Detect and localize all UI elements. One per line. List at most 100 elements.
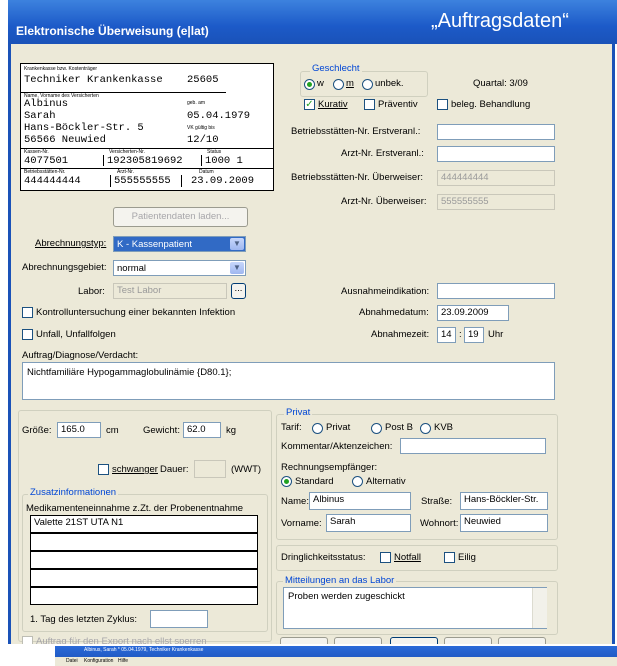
privat-vorname-input[interactable]: Sarah — [326, 514, 411, 532]
privat-vorname-label: Vorname: — [281, 518, 322, 529]
med-line-5[interactable] — [30, 587, 258, 605]
bsnr-ueb-input: 444444444 — [437, 170, 555, 186]
eilig-label: Eilig — [458, 552, 476, 563]
mitteilungen-scrollbar[interactable] — [532, 588, 547, 628]
abnahmezeit-minute-input[interactable]: 19 — [464, 327, 484, 343]
privat-name-input[interactable]: Albinus — [309, 492, 411, 510]
kurativ-checkbox[interactable]: ✓ — [304, 99, 315, 110]
abrechnungsgebiet-select[interactable]: normal ▼ — [113, 260, 246, 276]
abrechnungsgebiet-label: Abrechnungsgebiet: — [22, 262, 107, 273]
quartal-text: Quartal: 3/09 — [473, 78, 528, 89]
praeventiv-checkbox[interactable] — [364, 99, 375, 110]
tarif-postb-radio[interactable] — [371, 423, 382, 434]
gewicht-label: Gewicht: — [143, 425, 180, 436]
card-arztnr: 555555555 — [114, 175, 171, 187]
section-badge: „Auftragsdaten“ — [431, 10, 569, 32]
unfall-label: Unfall, Unfallfolgen — [36, 329, 116, 340]
tarif-kvb-radio[interactable] — [420, 423, 431, 434]
arzt-erst-label: Arzt-Nr. Erstveranl.: — [341, 148, 424, 159]
gewicht-unit: kg — [226, 425, 237, 436]
menu-datei[interactable]: Datei — [66, 658, 78, 664]
card-vk: 12/10 — [187, 134, 219, 146]
gender-m-radio[interactable] — [333, 79, 344, 90]
abrechnungstyp-value: K - Kassenpatient — [117, 239, 192, 250]
background-window-title: Albinus, Sarah * 05.04.1979, Techniker K… — [84, 647, 204, 653]
gewicht-input[interactable]: 62.0 — [183, 422, 221, 438]
gender-w-radio[interactable] — [304, 79, 315, 90]
groesse-label: Größe: — [22, 425, 52, 436]
gender-legend: Geschlecht — [310, 63, 362, 74]
gender-w-label: w — [317, 78, 324, 89]
empf-alternativ-radio[interactable] — [352, 476, 363, 487]
zyklus-label: 1. Tag des letzten Zyklus: — [30, 614, 138, 625]
card-kassennr: 4077501 — [24, 155, 69, 167]
med-line-3[interactable] — [30, 551, 258, 569]
schwanger-label: schwanger — [112, 464, 158, 475]
patient-load-button[interactable]: Patientendaten laden... — [113, 207, 248, 227]
bsnr-erst-label: Betriebsstätten-Nr. Erstveranl.: — [291, 126, 421, 137]
beleg-checkbox[interactable] — [437, 99, 448, 110]
kurativ-label: Kurativ — [318, 99, 348, 110]
groesse-unit: cm — [106, 425, 119, 436]
abnahmezeit-hour-input[interactable]: 14 — [437, 327, 456, 343]
kommentar-label: Kommentar/Aktenzeichen: — [281, 441, 393, 452]
insurance-card: Krankenkasse bzw. Kostenträger Techniker… — [20, 63, 274, 191]
labor-label: Labor: — [78, 286, 105, 297]
menu-konfiguration[interactable]: Konfiguration — [84, 658, 113, 664]
privat-strasse-input[interactable]: Hans-Böckler-Str. — [460, 492, 548, 510]
tarif-label: Tarif: — [281, 422, 302, 433]
abnahmedatum-label: Abnahmedatum: — [359, 307, 429, 318]
zyklus-input[interactable] — [150, 610, 208, 628]
card-vk-label: VK gültig bis — [187, 125, 215, 131]
mitteilungen-legend: Mitteilungen an das Labor — [283, 575, 397, 586]
dauer-input — [194, 460, 226, 478]
tarif-kvb-label: KVB — [434, 422, 454, 433]
med-label: Medikamenteneinnahme z.Zt. der Probenent… — [26, 503, 244, 514]
mitteilungen-textarea[interactable]: Proben werden zugeschickt — [283, 587, 547, 629]
arzt-ueb-label: Arzt-Nr. Überweiser: — [341, 196, 427, 207]
menu-hilfe[interactable]: Hilfe — [118, 658, 128, 664]
card-ort: 56566 Neuwied — [24, 134, 106, 146]
bsnr-erst-input[interactable] — [437, 124, 555, 140]
beleg-label: beleg. Behandlung — [451, 99, 531, 110]
notfall-checkbox[interactable] — [380, 552, 391, 563]
card-bsnr: 444444444 — [24, 175, 81, 187]
abrechnungstyp-label: Abrechnungstyp: — [35, 238, 107, 249]
bsnr-ueb-label: Betriebsstätten-Nr. Überweiser: — [291, 172, 423, 183]
ausnahme-input[interactable] — [437, 283, 555, 299]
unfall-checkbox[interactable] — [22, 329, 33, 340]
empfaenger-label: Rechnungsempfänger: — [281, 462, 378, 473]
diagnose-textarea[interactable]: Nichtfamiliäre Hypogammaglobulinämie {D8… — [22, 362, 555, 400]
card-strasse: Hans-Böckler-Str. 5 — [24, 122, 144, 134]
empf-alternativ-label: Alternativ — [366, 476, 406, 487]
tarif-privat-radio[interactable] — [312, 423, 323, 434]
gender-unbek-radio[interactable] — [362, 79, 373, 90]
chevron-down-icon[interactable]: ▼ — [230, 238, 244, 250]
schwanger-checkbox[interactable] — [98, 464, 109, 475]
empf-standard-radio[interactable] — [281, 476, 292, 487]
med-line-4[interactable] — [30, 569, 258, 587]
privat-legend: Privat — [284, 407, 313, 418]
privat-wohnort-input[interactable]: Neuwied — [460, 514, 548, 532]
med-line-1[interactable]: Valette 21ST UTA N1 — [30, 515, 258, 533]
abnahmedatum-input[interactable]: 23.09.2009 — [437, 305, 509, 321]
praeventiv-label: Präventiv — [378, 99, 418, 110]
card-datum: 23.09.2009 — [191, 175, 255, 187]
arzt-erst-input[interactable] — [437, 146, 555, 162]
labor-browse-button[interactable]: ... — [231, 283, 246, 299]
privat-strasse-label: Straße: — [421, 496, 453, 507]
ausnahme-label: Ausnahmeindikation: — [341, 286, 430, 297]
card-nachname: Albinus — [24, 98, 69, 110]
eilig-checkbox[interactable] — [444, 552, 455, 563]
card-geb-label: geb. am — [187, 100, 206, 106]
kommentar-input[interactable] — [400, 438, 546, 454]
card-vorname: Sarah — [24, 110, 56, 122]
groesse-input[interactable]: 165.0 — [57, 422, 101, 438]
kontroll-checkbox[interactable] — [22, 307, 33, 318]
card-kasse: Techniker Krankenkasse — [24, 74, 163, 86]
med-line-2[interactable] — [30, 533, 258, 551]
chevron-down-icon[interactable]: ▼ — [230, 262, 244, 274]
abrechnungstyp-select[interactable]: K - Kassenpatient ▼ — [113, 236, 246, 252]
tarif-postb-label: Post B — [385, 422, 413, 433]
abrechnungsgebiet-value: normal — [117, 263, 147, 274]
